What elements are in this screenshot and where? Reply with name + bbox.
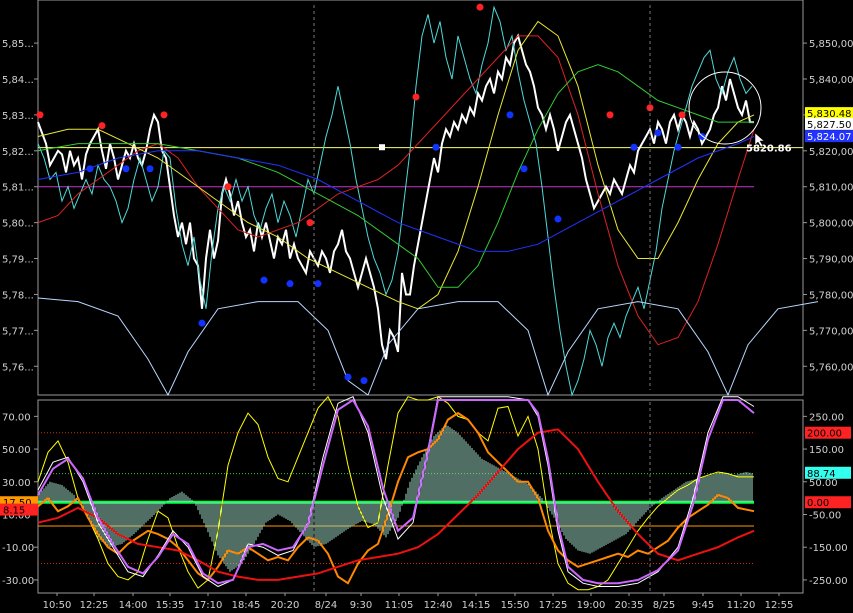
x-tick-label: 11:05	[385, 600, 414, 611]
swing-low-dot	[360, 377, 368, 385]
series-line	[37, 20, 755, 310]
x-tick-label: 15:50	[501, 600, 530, 611]
x-tick-label: 17:25	[539, 600, 568, 611]
y-right-tick-label: 5,820,00	[809, 147, 853, 158]
x-tick-label: 8/25	[653, 600, 675, 611]
x-tick-label: 20:35	[615, 600, 644, 611]
x-tick-label: 10:50	[43, 600, 72, 611]
swing-high-dot	[224, 183, 232, 191]
series-line	[37, 411, 755, 585]
y-right-tick-label: -50.00	[809, 510, 841, 521]
y-tick-label: 30.00	[2, 478, 31, 489]
swing-low-dot	[286, 280, 294, 288]
y-right-tick-label: 5,840,00	[809, 75, 853, 86]
y-tick-label: 5,85...	[2, 39, 34, 50]
y-tick-label: 5,76...	[2, 362, 34, 373]
y-right-tick-label: -150.00	[809, 543, 848, 554]
y-right-tick-label: 5,800,00	[809, 219, 853, 230]
price-panel-frame	[37, 0, 804, 396]
y-right-tick-label: 5,770,00	[809, 326, 853, 337]
swing-low-dot	[122, 165, 130, 173]
swing-low-dot	[314, 280, 322, 288]
swing-low-dot	[554, 215, 562, 223]
x-tick-label: 20:20	[271, 600, 300, 611]
swing-low-dot	[260, 276, 268, 284]
swing-low-dot	[506, 111, 514, 119]
swing-low-dot	[198, 319, 206, 327]
y-right-tick-label: 5,850,00	[809, 39, 853, 50]
swing-low-dot	[520, 165, 528, 173]
y-tick-label: 50.00	[2, 445, 31, 456]
swing-high-dot	[606, 111, 614, 119]
indicator-badge-label: 88.74	[807, 469, 836, 480]
x-tick-label: 9:30	[350, 600, 372, 611]
series-line	[37, 297, 819, 397]
y-tick-label: -10.00	[2, 543, 34, 554]
price-panel: 5,85... 5,84... 5,83... 5,82... 5,81... 5,80.…	[2, 0, 853, 397]
y-right-tick-label: 5,780,00	[809, 290, 853, 301]
swing-high-dot	[412, 93, 420, 101]
y-right-tick-label: 5,810,00	[809, 183, 853, 194]
price-badge-label: 5,827.50	[807, 120, 852, 131]
x-tick-label: 15:35	[156, 600, 185, 611]
swing-high-dot	[160, 111, 168, 119]
y-tick-label: 5,79...	[2, 255, 34, 266]
x-tick-label: 14:15	[462, 600, 491, 611]
swing-high-dot	[476, 3, 484, 11]
marker-square	[379, 144, 385, 151]
swing-low-dot	[654, 129, 662, 137]
x-tick-label: 9:45	[692, 600, 714, 611]
series-line	[37, 33, 754, 360]
swing-low-dot	[674, 143, 682, 151]
swing-low-dot	[86, 165, 94, 173]
y-tick-label: 5,81...	[2, 183, 34, 194]
y-tick-label: 5,83...	[2, 111, 34, 122]
x-tick-label: 14:00	[119, 600, 148, 611]
y-tick-label: 5,78...	[2, 290, 34, 301]
trading-chart: 5,85... 5,84... 5,83... 5,82... 5,81... 5,80.…	[0, 0, 853, 611]
current-price-label: 5820.86	[746, 144, 792, 155]
swing-low-dot	[432, 143, 440, 151]
x-tick-label: 12:40	[424, 600, 453, 611]
y-tick-label: 5,80...	[2, 219, 34, 230]
y-tick-label: 5,82...	[2, 147, 34, 158]
y-right-tick-label: 5,760,00	[809, 362, 853, 373]
x-tick-label: 19:00	[577, 600, 606, 611]
y-tick-label: 70.00	[2, 412, 31, 423]
y-tick-label: 5,84...	[2, 75, 34, 86]
y-tick-label: 5,77...	[2, 326, 34, 337]
y-tick-label: -30.00	[2, 576, 34, 587]
x-tick-label: 18:45	[232, 600, 261, 611]
x-tick-label: 12:55	[765, 600, 794, 611]
price-badge-label: 5,824.07	[807, 132, 852, 143]
x-tick-label: 8/24	[315, 600, 337, 611]
x-tick-label: 12:25	[80, 600, 109, 611]
swing-low-dot	[146, 165, 154, 173]
indicator-badge-label: 0.00	[807, 498, 829, 509]
swing-high-dot	[306, 219, 314, 227]
x-tick-label: 17:10	[194, 600, 223, 611]
indicator-badge-label: 8.15	[3, 506, 25, 517]
y-right-tick-label: 5,790,00	[809, 255, 853, 266]
series-line	[37, 395, 754, 591]
swing-low-dot	[344, 373, 352, 381]
swing-low-dot	[630, 143, 638, 151]
x-tick-label: 11:20	[727, 600, 756, 611]
y-right-tick-label: -250.00	[809, 576, 848, 587]
y-right-tick-label: 150.00	[809, 445, 844, 456]
swing-high-dot	[36, 111, 44, 119]
y-right-tick-label: 250.00	[809, 412, 844, 423]
swing-high-dot	[98, 122, 106, 130]
indicator-badge-label: 200.00	[807, 429, 842, 440]
oscillator-panel: 70.0050.0030.0010.00-10.00-30.00250.0015…	[0, 395, 851, 594]
swing-high-dot	[678, 111, 686, 119]
